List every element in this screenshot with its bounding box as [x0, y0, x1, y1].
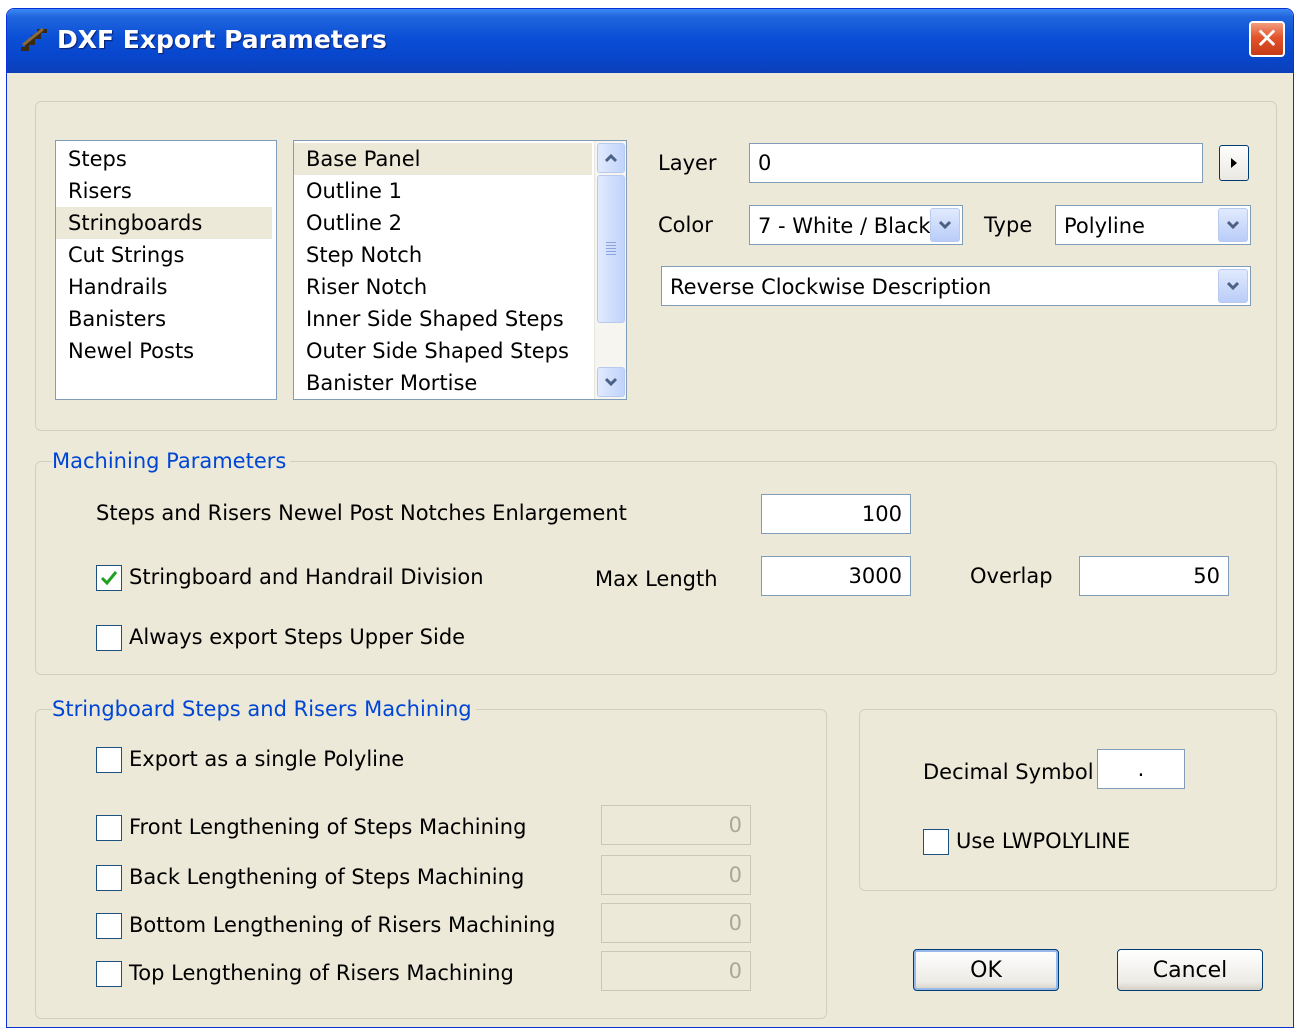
direction-dropdown-button[interactable]: [1218, 269, 1248, 303]
direction-select[interactable]: Reverse Clockwise Description: [661, 266, 1251, 306]
category-item[interactable]: Steps: [56, 143, 272, 175]
element-list[interactable]: Base Panel Outline 1 Outline 2 Step Notch Ri…: [293, 140, 627, 400]
stringboard-machining-legend: Stringboard Steps and Risers Machining: [52, 697, 476, 721]
title-bar: DXF Export Parameters ✕: [7, 9, 1293, 73]
layer-input[interactable]: 0: [749, 143, 1203, 183]
element-item[interactable]: Step Notch: [294, 239, 592, 271]
lengthening-checkbox[interactable]: [96, 815, 122, 841]
single-polyline-checkbox[interactable]: [96, 747, 122, 773]
lengthening-label: Bottom Lengthening of Risers Machining: [129, 913, 556, 937]
upper-side-label: Always export Steps Upper Side: [129, 625, 466, 649]
chevron-down-icon: [1226, 220, 1240, 230]
category-list[interactable]: Steps Risers Stringboards Cut Strings Handra…: [55, 140, 277, 400]
scroll-thumb[interactable]: [597, 175, 625, 323]
category-item[interactable]: Newel Posts: [56, 335, 272, 367]
dxf-export-dialog: DXF Export Parameters ✕ Steps Risers Strin…: [6, 8, 1294, 1028]
element-item[interactable]: Banister Mortise: [294, 367, 592, 399]
category-item[interactable]: Risers: [56, 175, 272, 207]
close-button[interactable]: ✕: [1249, 21, 1285, 57]
element-item[interactable]: Outline 1: [294, 175, 592, 207]
color-label: Color: [658, 213, 713, 237]
lengthening-checkbox[interactable]: [96, 865, 122, 891]
format-options-group: [859, 709, 1277, 891]
lengthening-input[interactable]: 0: [601, 903, 751, 943]
lengthening-label: Front Lengthening of Steps Machining: [129, 815, 527, 839]
chevron-down-icon: [1226, 281, 1240, 291]
lengthening-label: Top Lengthening of Risers Machining: [129, 961, 514, 985]
element-item[interactable]: Outline 2: [294, 207, 592, 239]
decimal-symbol-label: Decimal Symbol: [923, 760, 1094, 784]
single-polyline-label: Export as a single Polyline: [129, 747, 405, 771]
overlap-input[interactable]: 50: [1079, 556, 1229, 596]
category-item[interactable]: Cut Strings: [56, 239, 272, 271]
lengthening-checkbox[interactable]: [96, 961, 122, 987]
cancel-button[interactable]: Cancel: [1117, 949, 1263, 991]
chevron-down-icon: [938, 220, 952, 230]
overlap-label: Overlap: [970, 564, 1053, 588]
enlargement-label: Steps and Risers Newel Post Notches Enla…: [96, 501, 627, 525]
division-checkbox[interactable]: [96, 565, 122, 591]
lengthening-input[interactable]: 0: [601, 951, 751, 991]
window-title: DXF Export Parameters: [57, 25, 387, 54]
stair-app-icon: [21, 27, 47, 51]
lengthening-input[interactable]: 0: [601, 855, 751, 895]
chevron-up-icon: [604, 153, 618, 163]
upper-side-checkbox[interactable]: [96, 625, 122, 651]
category-item[interactable]: Handrails: [56, 271, 272, 303]
category-item[interactable]: Stringboards: [56, 207, 272, 239]
element-item[interactable]: Base Panel: [294, 143, 592, 175]
lwpolyline-checkbox[interactable]: [923, 829, 949, 855]
lengthening-checkbox[interactable]: [96, 913, 122, 939]
scroll-up-button[interactable]: [597, 143, 625, 173]
division-label: Stringboard and Handrail Division: [129, 565, 484, 589]
element-item[interactable]: Inner Side Shaped Steps: [294, 303, 592, 335]
element-item[interactable]: Outer Side Shaped Steps: [294, 335, 592, 367]
close-icon: ✕: [1255, 22, 1279, 55]
type-select-value: Polyline: [1064, 214, 1145, 238]
type-label: Type: [984, 213, 1033, 237]
chevron-down-icon: [604, 377, 618, 387]
decimal-symbol-input[interactable]: .: [1097, 749, 1185, 789]
ok-button[interactable]: OK: [913, 949, 1059, 991]
category-item[interactable]: Banisters: [56, 303, 272, 335]
arrow-right-icon: [1231, 158, 1237, 168]
check-icon: [100, 571, 118, 586]
layer-picker-button[interactable]: [1219, 145, 1249, 181]
lengthening-label: Back Lengthening of Steps Machining: [129, 865, 525, 889]
scroll-down-button[interactable]: [597, 367, 625, 397]
element-item[interactable]: Riser Notch: [294, 271, 592, 303]
max-length-input[interactable]: 3000: [761, 556, 911, 596]
direction-select-value: Reverse Clockwise Description: [670, 275, 992, 299]
color-select[interactable]: 7 - White / Black: [749, 205, 963, 245]
color-select-value: 7 - White / Black: [758, 214, 931, 238]
color-dropdown-button[interactable]: [930, 208, 960, 242]
machining-parameters-legend: Machining Parameters: [52, 449, 291, 473]
layer-label: Layer: [658, 151, 717, 175]
type-dropdown-button[interactable]: [1218, 208, 1248, 242]
lengthening-input[interactable]: 0: [601, 805, 751, 845]
element-list-scrollbar[interactable]: [594, 141, 626, 399]
type-select[interactable]: Polyline: [1055, 205, 1251, 245]
lwpolyline-label: Use LWPOLYLINE: [956, 829, 1131, 853]
enlargement-input[interactable]: 100: [761, 494, 911, 534]
max-length-label: Max Length: [595, 567, 718, 591]
